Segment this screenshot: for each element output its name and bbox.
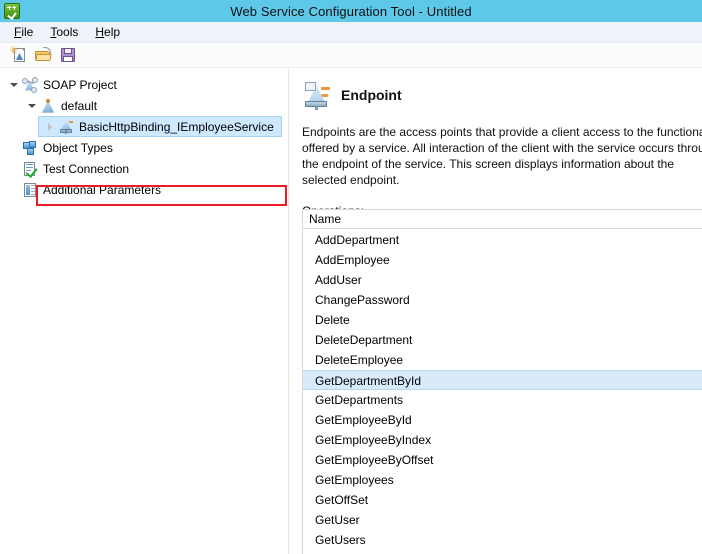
operation-row[interactable]: GetDepartments	[303, 390, 702, 410]
main-content: SOAP Project default BasicHttpBinding_IE…	[0, 68, 702, 554]
endpoint-header: Endpoint	[292, 68, 702, 110]
expander-default[interactable]	[24, 95, 40, 116]
tree-item-test-connection[interactable]: Test Connection	[0, 158, 288, 179]
menu-help-label: elp	[104, 25, 121, 39]
operation-row[interactable]: GetEmployeeByIndex	[303, 430, 702, 450]
window-title: Web Service Configuration Tool - Untitle…	[230, 3, 472, 19]
operation-row[interactable]: AddEmployee	[303, 250, 702, 270]
tree-item-label: SOAP Project	[43, 77, 117, 92]
menu-tools-label: ools	[56, 25, 79, 39]
endpoint-detail-pane: Endpoint Endpoints are the access points…	[292, 68, 702, 554]
endpoint-description: Endpoints are the access points that pro…	[302, 125, 702, 187]
title-bar: Web Service Configuration Tool - Untitle…	[0, 0, 702, 22]
save-icon[interactable]	[57, 44, 79, 66]
menu-help-accel: H	[95, 25, 105, 39]
menu-help[interactable]: Help	[87, 23, 129, 41]
endpoint-icon	[302, 80, 332, 110]
operation-row[interactable]: GetUsers	[303, 530, 702, 550]
new-file-icon[interactable]: ✳	[7, 44, 29, 66]
operation-row[interactable]: GetOffSet	[303, 490, 702, 510]
operation-row[interactable]: GetEmployeeById	[303, 410, 702, 430]
tree-item-additional-parameters[interactable]: Additional Parameters	[0, 179, 288, 200]
expander-soap-project[interactable]	[6, 74, 22, 95]
default-binding-icon	[40, 98, 56, 114]
menu-bar: File Tools Help	[0, 22, 702, 43]
operation-row[interactable]: GetUser	[303, 510, 702, 530]
operation-row[interactable]: ChangePassword	[303, 290, 702, 310]
operation-row[interactable]: GetEmployeeByOffset	[303, 450, 702, 470]
operations-column-header[interactable]: Name	[303, 210, 702, 229]
operation-row[interactable]: DeleteEmployee	[303, 350, 702, 370]
endpoint-binding-icon	[58, 119, 74, 135]
expander-basichttpbinding[interactable]	[42, 116, 58, 137]
operation-row[interactable]: AddUser	[303, 270, 702, 290]
page-title: Endpoint	[341, 87, 402, 103]
tree-item-label: BasicHttpBinding_IEmployeeService	[79, 119, 274, 134]
object-types-icon	[22, 140, 38, 156]
tree-item-label: Test Connection	[43, 161, 130, 176]
menu-tools[interactable]: Tools	[42, 23, 87, 41]
tree-item-label: Object Types	[43, 140, 113, 155]
tree-item-object-types[interactable]: Object Types	[0, 137, 288, 158]
operation-row[interactable]: GetDepartmentById	[303, 370, 702, 390]
column-header-name: Name	[309, 212, 342, 226]
menu-file[interactable]: File	[6, 23, 42, 41]
operation-row[interactable]: DeleteDepartment	[303, 330, 702, 350]
toolbar: ✳	[0, 43, 702, 68]
operation-row[interactable]: AddDepartment	[303, 230, 702, 250]
operations-list[interactable]: Name AddDepartment AddEmployee AddUser Chan…	[302, 209, 702, 554]
test-connection-icon	[22, 161, 38, 178]
soap-project-icon	[22, 76, 38, 93]
additional-parameters-icon	[22, 182, 38, 198]
tree-item-basichttpbinding-iemployeeservice[interactable]: BasicHttpBinding_IEmployeeService	[0, 116, 288, 137]
tree-item-default[interactable]: default	[0, 95, 288, 116]
operations-rows: AddDepartment AddEmployee AddUser ChangePas…	[303, 229, 702, 550]
operation-row[interactable]: GetEmployees	[303, 470, 702, 490]
open-folder-icon[interactable]	[32, 44, 54, 66]
operation-row[interactable]: Delete	[303, 310, 702, 330]
project-tree-pane: SOAP Project default BasicHttpBinding_IE…	[0, 68, 288, 554]
menu-file-label: ile	[21, 25, 34, 39]
tree-item-soap-project[interactable]: SOAP Project	[0, 74, 288, 95]
tree-item-label: default	[61, 98, 98, 113]
tree-item-label: Additional Parameters	[43, 182, 162, 197]
project-tree: SOAP Project default BasicHttpBinding_IE…	[0, 68, 288, 200]
